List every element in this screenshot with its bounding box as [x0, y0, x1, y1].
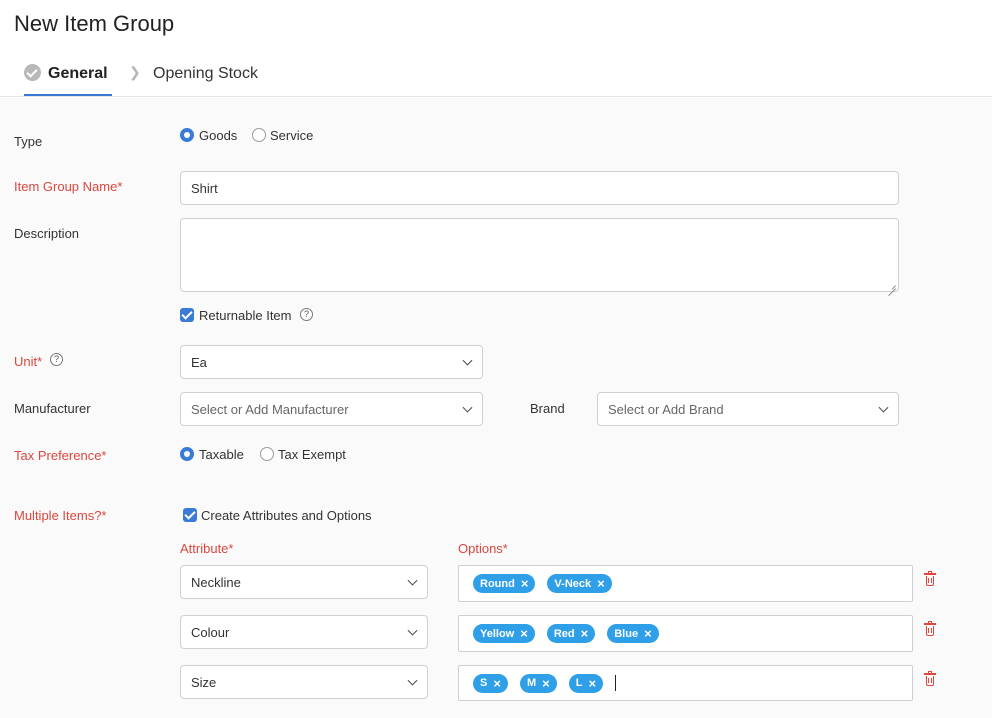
attribute-header: Attribute*: [180, 541, 234, 556]
trash-icon[interactable]: [924, 571, 936, 586]
trash-icon[interactable]: [924, 671, 936, 686]
option-tag-label: L: [575, 677, 583, 689]
chevron-down-icon: [407, 575, 418, 586]
option-tag-label: V-Neck: [554, 577, 592, 590]
option-tag-label: S: [480, 677, 488, 689]
option-tag-label: Yellow: [480, 627, 515, 640]
item-group-name-value: Shirt: [191, 180, 218, 196]
brand-select[interactable]: Select or Add Brand: [597, 392, 899, 426]
tab-general-label: General: [48, 65, 108, 82]
brand-label: Brand: [530, 401, 565, 416]
close-icon[interactable]: ×: [644, 627, 652, 640]
chevron-down-icon: [462, 355, 473, 366]
option-tag[interactable]: S ×: [473, 673, 508, 693]
returnable-checkbox[interactable]: [180, 308, 194, 322]
option-tag[interactable]: Round ×: [473, 574, 536, 593]
create-attributes-label[interactable]: Create Attributes and Options: [201, 508, 372, 523]
close-icon[interactable]: ×: [521, 577, 529, 590]
check-circle-icon: [24, 64, 41, 81]
type-goods-label[interactable]: Goods: [199, 128, 237, 143]
help-icon[interactable]: ?: [300, 308, 313, 321]
unit-value: Ea: [191, 354, 207, 370]
brand-placeholder: Select or Add Brand: [608, 401, 724, 417]
manufacturer-label: Manufacturer: [14, 401, 91, 416]
close-icon[interactable]: ×: [520, 627, 528, 640]
unit-select[interactable]: Ea: [180, 345, 483, 379]
chevron-down-icon: [462, 402, 473, 413]
close-icon[interactable]: ×: [597, 577, 605, 590]
returnable-label[interactable]: Returnable Item: [199, 308, 292, 323]
tax-taxable-radio[interactable]: [180, 447, 194, 461]
option-tag-label: Blue: [614, 627, 639, 640]
option-tag[interactable]: Red ×: [546, 624, 596, 643]
option-tag[interactable]: Yellow ×: [473, 624, 535, 643]
item-group-name-input[interactable]: Shirt: [180, 171, 899, 205]
chevron-down-icon: [407, 675, 418, 686]
attribute-value: Colour: [191, 624, 230, 640]
option-tag[interactable]: Blue ×: [607, 624, 659, 643]
multiple-items-label: Multiple Items?*: [14, 508, 107, 523]
chevron-right-icon: ❯: [129, 64, 141, 80]
type-goods-radio[interactable]: [180, 128, 194, 142]
option-tag-label: Round: [480, 577, 515, 590]
options-header: Options*: [458, 541, 508, 556]
item-group-name-label: Item Group Name*: [14, 179, 123, 194]
create-attributes-checkbox[interactable]: [183, 508, 197, 522]
close-icon[interactable]: ×: [493, 677, 501, 690]
option-tag[interactable]: M ×: [519, 673, 557, 693]
text-cursor: [615, 675, 617, 691]
option-tag-label: Red: [553, 627, 575, 640]
tax-exempt-label[interactable]: Tax Exempt: [278, 447, 346, 462]
option-tag-label: M: [526, 677, 537, 689]
attribute-value: Neckline: [191, 574, 241, 590]
tax-taxable-label[interactable]: Taxable: [199, 447, 244, 462]
tax-preference-label: Tax Preference*: [14, 448, 107, 463]
type-service-label[interactable]: Service: [270, 128, 313, 143]
description-textarea[interactable]: [180, 218, 899, 292]
option-tag[interactable]: V-Neck ×: [547, 574, 612, 593]
options-input[interactable]: Yellow × Red × Blue ×: [458, 615, 913, 652]
options-input[interactable]: S × M × L ×: [458, 665, 913, 701]
chevron-down-icon: [407, 625, 418, 636]
attribute-select[interactable]: Colour: [180, 615, 428, 649]
tab-opening-stock[interactable]: Opening Stock: [153, 65, 258, 83]
manufacturer-select[interactable]: Select or Add Manufacturer: [180, 392, 483, 426]
attribute-select[interactable]: Neckline: [180, 565, 428, 599]
description-label: Description: [14, 226, 80, 241]
attribute-select[interactable]: Size: [180, 665, 428, 699]
page-title: New Item Group: [14, 11, 175, 36]
close-icon[interactable]: ×: [588, 677, 596, 690]
attribute-value: Size: [191, 674, 217, 690]
resize-handle-icon[interactable]: [888, 281, 896, 289]
type-service-radio[interactable]: [252, 128, 266, 142]
unit-label: Unit*: [14, 354, 43, 369]
option-tag[interactable]: L ×: [568, 673, 604, 693]
tax-exempt-radio[interactable]: [260, 447, 274, 461]
page-header: New Item Group General ❯ Opening Stock: [0, 0, 992, 97]
unit-help-icon[interactable]: ?: [50, 353, 63, 366]
tab-general[interactable]: General: [24, 62, 112, 96]
type-label: Type: [14, 134, 43, 149]
close-icon[interactable]: ×: [581, 627, 589, 640]
close-icon[interactable]: ×: [542, 677, 550, 690]
trash-icon[interactable]: [924, 621, 936, 636]
chevron-down-icon: [878, 402, 889, 413]
manufacturer-placeholder: Select or Add Manufacturer: [191, 401, 349, 417]
options-input[interactable]: Round × V-Neck ×: [458, 565, 913, 602]
